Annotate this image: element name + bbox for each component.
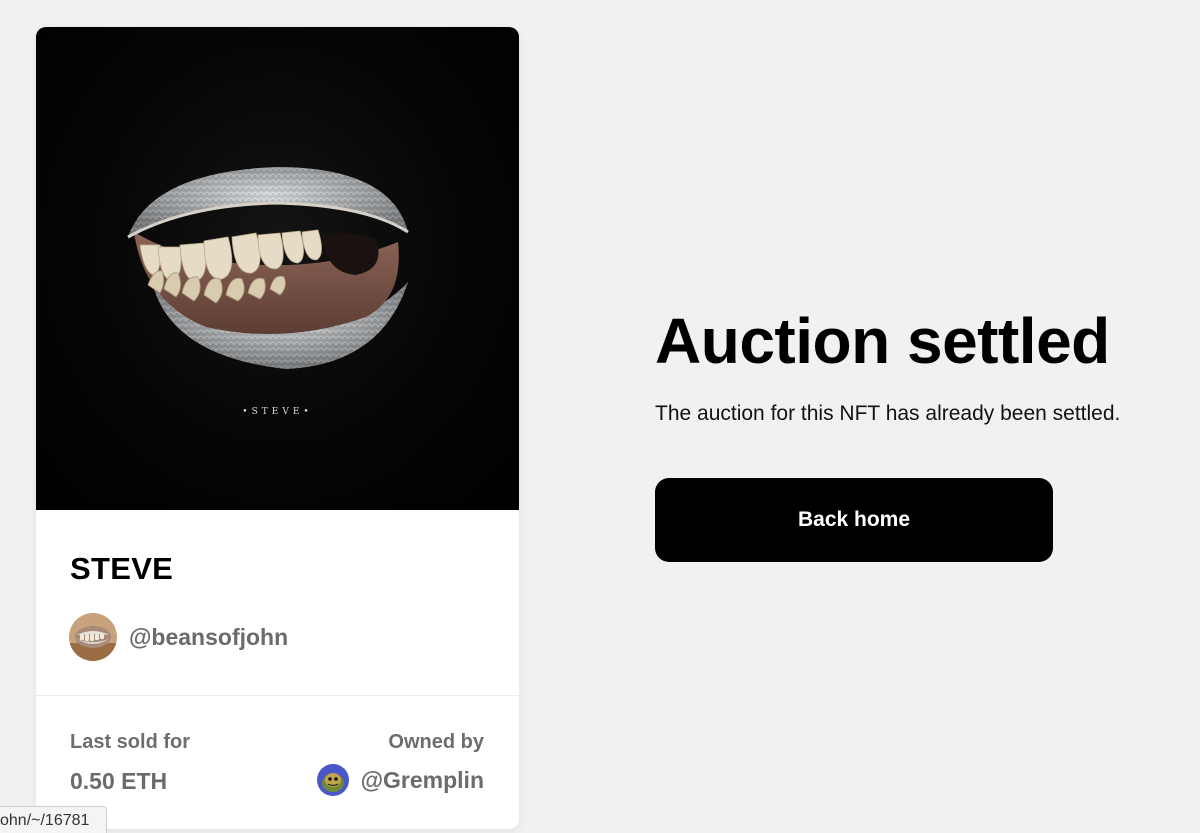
nft-artwork-image[interactable]: •STEVE• (36, 27, 519, 510)
auction-status-heading: Auction settled (655, 305, 1110, 377)
status-bar-url-text: ohn/~/16781 (0, 812, 90, 829)
auction-status-message: The auction for this NFT has already bee… (655, 402, 1121, 425)
owned-by-label: Owned by (388, 731, 484, 753)
owner-avatar (316, 764, 349, 796)
back-home-button[interactable]: Back home (655, 478, 1053, 562)
last-sold-label: Last sold for (70, 731, 191, 753)
owner-handle: @Gremplin (360, 766, 484, 793)
creator-avatar (69, 613, 117, 661)
page: •STEVE• STEVE @beansofjohn Last sold for… (0, 0, 1200, 833)
nft-card: •STEVE• STEVE @beansofjohn Last sold for… (36, 27, 519, 829)
last-sold-price: 0.50 ETH (70, 768, 168, 794)
owner-profile-link[interactable]: @Gremplin (316, 764, 484, 796)
card-divider (36, 695, 519, 696)
creator-handle: @beansofjohn (129, 623, 289, 650)
creator-profile-link[interactable]: @beansofjohn (69, 613, 288, 661)
shell-teeth-illustration (127, 167, 409, 369)
nft-title: STEVE (70, 551, 174, 586)
teeth-shell-avatar-icon (69, 613, 117, 661)
status-bar-url: ohn/~/16781 (0, 806, 107, 833)
artwork-caption: •STEVE• (242, 407, 313, 417)
gremlin-avatar-icon (316, 764, 349, 796)
